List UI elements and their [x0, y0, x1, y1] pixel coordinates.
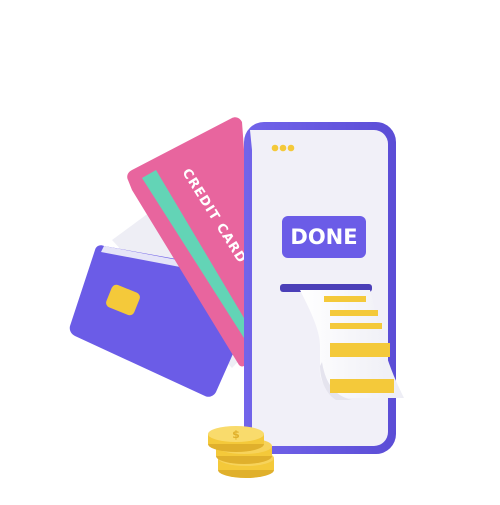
status-dot [271, 144, 279, 152]
dollar-icon: $ [232, 428, 240, 441]
receipt-line [330, 343, 390, 357]
status-dot [287, 144, 295, 152]
receipt-line [330, 323, 382, 329]
payment-illustration: CREDIT CARD DONE $ [0, 0, 500, 500]
done-button-label: DONE [290, 225, 357, 249]
phone: DONE [244, 122, 396, 454]
payment-illustration-svg: CREDIT CARD DONE $ [69, 117, 404, 478]
done-button[interactable]: DONE [282, 216, 366, 258]
receipt-line [324, 296, 366, 302]
receipt-line [330, 310, 378, 316]
status-dot [279, 144, 287, 152]
receipt-line [330, 379, 394, 393]
